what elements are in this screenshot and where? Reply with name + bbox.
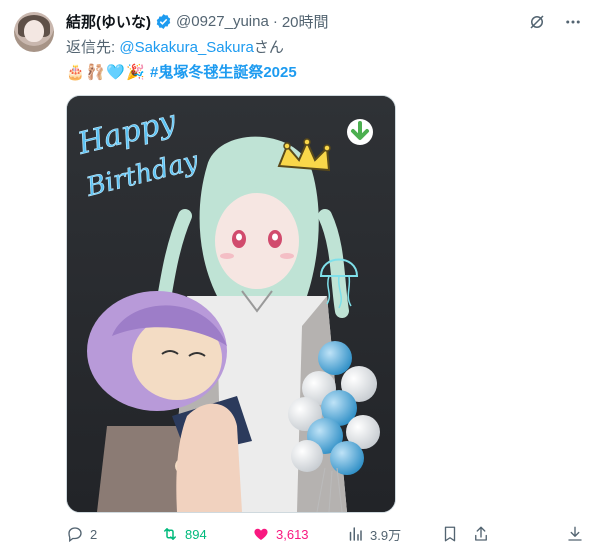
views-chart-icon: [349, 527, 362, 541]
cake-emoji: 🎂: [66, 63, 85, 81]
separator-dot: ·: [272, 12, 278, 30]
display-name[interactable]: 結那(ゆいな): [66, 11, 151, 32]
repost-button[interactable]: 894: [161, 525, 207, 543]
party-popper-emoji: 🎉: [126, 63, 145, 81]
verified-badge-icon: [156, 13, 171, 29]
tweet-text: 🎂 🩰 🩵 🎉 #鬼塚冬毬生誕祭2025: [66, 61, 297, 82]
reply-context: 返信先: @Sakakura_Sakuraさん: [66, 36, 284, 57]
reply-suffix: さん: [253, 39, 284, 56]
hashtag-link[interactable]: #鬼塚冬毬生誕祭2025: [150, 61, 297, 82]
tweet: 結那(ゆいな) @0927_yuina · 20時間 返信先: @Sakakur…: [0, 0, 598, 556]
more-options-icon[interactable]: [562, 11, 584, 33]
media-illustration: Happy Birthday: [67, 96, 395, 512]
tweet-header: 結那(ゆいな) @0927_yuina · 20時間: [66, 11, 538, 31]
top-right-actions: [526, 11, 584, 33]
reply-count: 2: [90, 526, 98, 542]
reply-icon: [68, 527, 82, 543]
ballet-shoes-emoji: 🩰: [86, 63, 105, 81]
timestamp[interactable]: 20時間: [282, 11, 329, 32]
light-blue-heart-emoji: 🩵: [106, 63, 125, 81]
heart-filled-icon: [254, 528, 268, 540]
bookmark-icon: [444, 526, 456, 542]
share-button[interactable]: [472, 525, 490, 543]
repost-count: 894: [185, 526, 207, 542]
reply-prefix: 返信先:: [66, 39, 120, 56]
author-handle[interactable]: @0927_yuina: [176, 13, 269, 30]
bookmark-button[interactable]: [441, 525, 459, 543]
repost-icon: [164, 528, 176, 540]
views-button[interactable]: 3.9万: [346, 525, 401, 544]
grok-icon[interactable]: [526, 11, 548, 33]
download-image-icon[interactable]: [347, 119, 373, 145]
reply-button[interactable]: 2: [66, 525, 97, 543]
share-icon: [475, 526, 487, 541]
views-count: 3.9万: [370, 527, 402, 543]
like-count: 3,613: [276, 526, 309, 542]
avatar[interactable]: [14, 12, 54, 52]
like-button[interactable]: 3,613: [252, 525, 309, 543]
download-icon: [568, 526, 582, 541]
action-bar: 2 894 3,613 3.9万: [66, 522, 584, 546]
download-button[interactable]: [566, 525, 584, 543]
reply-target-link[interactable]: @Sakakura_Sakura: [119, 39, 253, 56]
avatar-face: [24, 20, 44, 42]
tweet-media-image[interactable]: Happy Birthday: [66, 95, 396, 513]
